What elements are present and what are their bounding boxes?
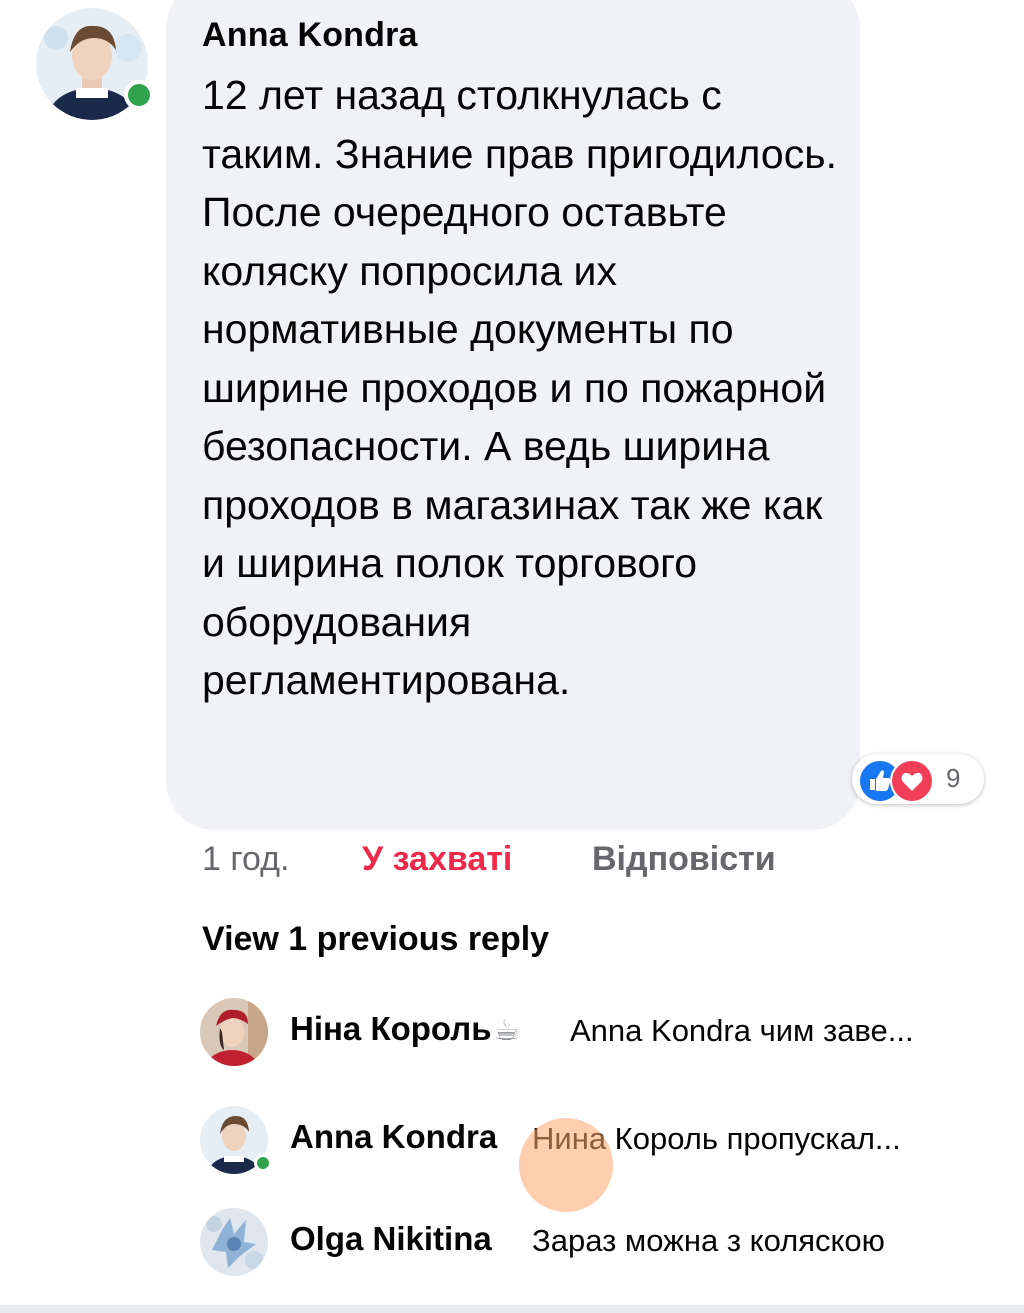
reply-snippet: Anna Kondra чим заве... — [570, 1013, 914, 1048]
reaction-count: 9 — [946, 763, 961, 793]
profile-photo — [200, 998, 268, 1066]
comment-actions: 1 год. У захваті Відповісти — [0, 838, 1024, 888]
online-status-indicator — [254, 1154, 272, 1172]
avatar[interactable] — [200, 1208, 268, 1276]
reply-item[interactable]: Ніна Король☕ Anna Kondra чим заве... — [0, 998, 1024, 1070]
coffee-emoji-icon: ☕ — [493, 1014, 521, 1047]
comment-text: 12 лет назад столкнулась с таким. Знание… — [202, 72, 837, 703]
online-status-indicator — [124, 80, 154, 110]
view-previous-replies-link[interactable]: View 1 previous reply — [202, 920, 549, 959]
divider — [0, 1305, 1024, 1313]
reply-author[interactable]: Olga Nikitina — [290, 1220, 492, 1258]
profile-photo — [200, 1208, 268, 1276]
reaction-button[interactable]: У захваті — [362, 840, 512, 879]
avatar[interactable] — [200, 1106, 272, 1174]
comment-author[interactable]: Anna Kondra — [202, 16, 418, 55]
reply-item[interactable]: Olga Nikitina Зараз можна з коляскою — [0, 1208, 1024, 1280]
comment-timestamp[interactable]: 1 год. — [202, 840, 289, 879]
reply-author[interactable]: Anna Kondra — [290, 1118, 497, 1156]
reply-snippet: Зараз можна з коляскою — [532, 1223, 885, 1258]
touch-indicator — [519, 1118, 613, 1212]
love-icon — [890, 759, 934, 803]
reply-button[interactable]: Відповісти — [592, 840, 776, 879]
avatar[interactable] — [36, 8, 154, 120]
avatar[interactable] — [200, 998, 268, 1066]
reaction-summary[interactable]: 9 — [852, 754, 984, 804]
reply-item[interactable]: Anna Kondra Нина Король пропускал... — [0, 1106, 1024, 1178]
reply-author[interactable]: Ніна Король☕ — [290, 1010, 520, 1048]
